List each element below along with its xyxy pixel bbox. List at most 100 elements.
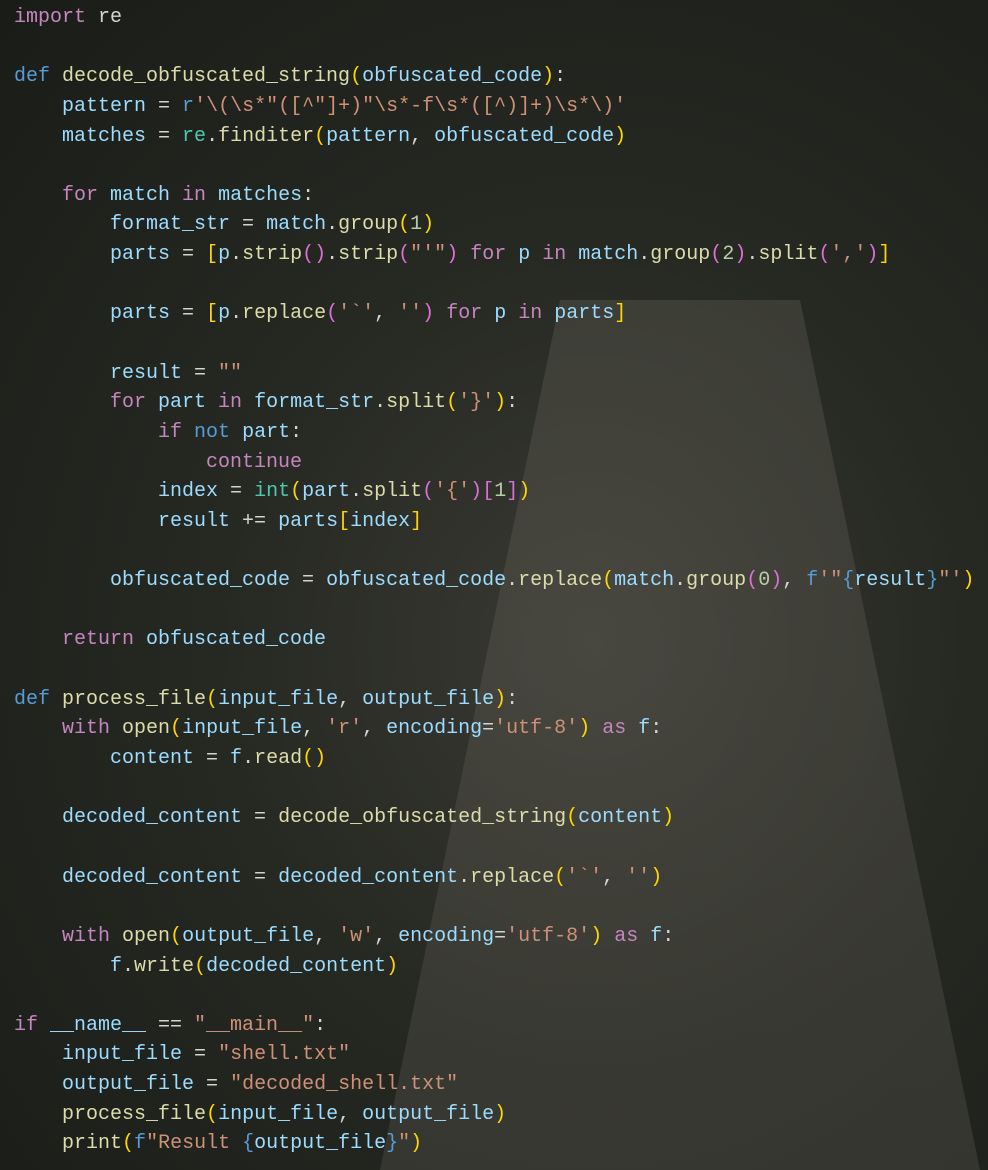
code-token: ): [614, 124, 627, 148]
code-line[interactable]: if not part:: [14, 418, 974, 448]
code-token: :: [662, 924, 675, 948]
code-line[interactable]: pattern = r'\(\s*"([^"]+)"\s*-f\s*([^)]+…: [14, 92, 974, 122]
code-line[interactable]: [14, 151, 974, 181]
code-token: re: [98, 6, 123, 29]
code-token: :: [506, 391, 519, 415]
code-token: =: [170, 243, 207, 267]
code-line[interactable]: parts = [p.strip().strip("'") for p in m…: [14, 240, 974, 270]
code-token: "": [218, 361, 243, 385]
code-line[interactable]: parts = [p.replace('`', '') for p in par…: [14, 299, 974, 329]
code-token: .: [242, 747, 255, 771]
code-token: "': [938, 569, 963, 593]
code-token: input_file: [218, 1102, 339, 1126]
code-token: '": [818, 569, 843, 593]
code-line[interactable]: [14, 596, 974, 626]
code-token: parts: [278, 509, 339, 533]
code-token: [: [206, 243, 219, 267]
code-area[interactable]: import re def decode_obfuscated_string(o…: [14, 3, 974, 1159]
code-token: (: [422, 480, 435, 504]
code-token: '{': [434, 480, 471, 504]
code-token: def: [14, 65, 63, 89]
code-line[interactable]: result = "": [14, 359, 974, 389]
code-token: =: [194, 1073, 231, 1097]
code-line[interactable]: content = f.read(): [14, 744, 974, 774]
code-token: r: [182, 94, 195, 118]
code-line[interactable]: [14, 655, 974, 685]
code-token: 1: [494, 480, 507, 504]
code-line[interactable]: import re: [14, 3, 974, 33]
code-token: 'utf-8': [506, 924, 591, 948]
code-token: +=: [230, 509, 279, 533]
code-line[interactable]: f.write(decoded_content): [14, 952, 974, 982]
code-token: ,: [362, 717, 387, 741]
code-token: decoded_content: [62, 806, 243, 830]
code-token: (: [194, 954, 207, 978]
code-line[interactable]: def process_file(input_file, output_file…: [14, 685, 974, 715]
code-token: finditer: [218, 124, 315, 148]
code-line[interactable]: def decode_obfuscated_string(obfuscated_…: [14, 62, 974, 92]
code-line[interactable]: obfuscated_code = obfuscated_code.replac…: [14, 566, 974, 596]
code-token: (: [206, 687, 219, 711]
code-line[interactable]: [14, 774, 974, 804]
code-token: "Result: [146, 1132, 243, 1156]
code-token: 'r': [326, 717, 363, 741]
code-token: int: [254, 480, 291, 504]
code-token: f: [650, 924, 663, 948]
code-line[interactable]: for match in matches:: [14, 181, 974, 211]
code-token: strip: [338, 243, 399, 267]
code-token: ,: [374, 302, 399, 326]
code-line[interactable]: result += parts[index]: [14, 507, 974, 537]
code-line[interactable]: [14, 981, 974, 1011]
code-token: group: [686, 569, 747, 593]
code-token: match: [578, 243, 639, 267]
code-token: matches: [62, 124, 147, 148]
code-line[interactable]: process_file(input_file, output_file): [14, 1100, 974, 1130]
code-token: ]: [878, 243, 891, 267]
code-token: input_file: [182, 717, 303, 741]
code-token: =: [194, 747, 231, 771]
code-line[interactable]: print(f"Result {output_file}"): [14, 1129, 974, 1159]
code-token: input_file: [62, 1043, 183, 1067]
code-token: ): [494, 687, 507, 711]
code-line[interactable]: continue: [14, 448, 974, 478]
code-line[interactable]: [14, 833, 974, 863]
code-token: replace: [518, 569, 603, 593]
code-line[interactable]: [14, 270, 974, 300]
code-line[interactable]: [14, 329, 974, 359]
code-token: in: [506, 302, 555, 326]
code-token: content: [578, 806, 663, 830]
code-line[interactable]: if __name__ == "__main__":: [14, 1011, 974, 1041]
code-line[interactable]: with open(input_file, 'r', encoding='utf…: [14, 714, 974, 744]
code-line[interactable]: index = int(part.split('{')[1]): [14, 477, 974, 507]
code-token: output_file: [182, 924, 315, 948]
code-token: match: [110, 183, 171, 207]
code-line[interactable]: with open(output_file, 'w', encoding='ut…: [14, 922, 974, 952]
code-line[interactable]: input_file = "shell.txt": [14, 1040, 974, 1070]
code-token: 2: [722, 243, 735, 267]
code-line[interactable]: output_file = "decoded_shell.txt": [14, 1070, 974, 1100]
code-line[interactable]: [14, 537, 974, 567]
code-line[interactable]: matches = re.finditer(pattern, obfuscate…: [14, 122, 974, 152]
code-token: output_file: [62, 1073, 195, 1097]
code-editor[interactable]: import re def decode_obfuscated_string(o…: [0, 0, 988, 1170]
code-line[interactable]: [14, 33, 974, 63]
code-token: pattern: [326, 124, 411, 148]
code-token: f: [806, 569, 819, 593]
code-token: for: [458, 243, 519, 267]
code-token: strip: [242, 243, 303, 267]
code-line[interactable]: format_str = match.group(1): [14, 210, 974, 240]
code-line[interactable]: decoded_content = decode_obfuscated_stri…: [14, 803, 974, 833]
code-line[interactable]: [14, 892, 974, 922]
code-line[interactable]: return obfuscated_code: [14, 625, 974, 655]
code-line[interactable]: decoded_content = decoded_content.replac…: [14, 863, 974, 893]
code-line[interactable]: for part in format_str.split('}'):: [14, 388, 974, 418]
